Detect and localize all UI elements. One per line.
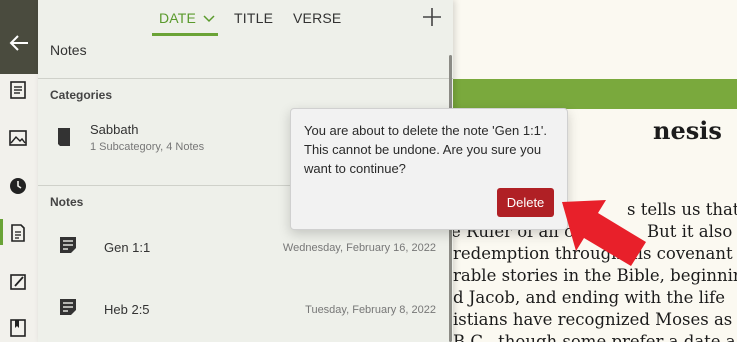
back-arrow-icon[interactable] [8,32,30,54]
delete-button[interactable]: Delete [497,188,554,217]
history-icon[interactable] [8,176,28,196]
note-title: Heb 2:5 [104,302,150,317]
edit-icon[interactable] [8,272,28,292]
book-cover-thumbnail [0,0,38,74]
reader-text-line: But it also [647,222,733,241]
reader-text-line: B.C., though some prefer a date a [453,332,736,342]
note-title: Gen 1:1 [104,240,151,255]
tab-title[interactable]: TITLE [234,10,273,26]
delete-confirmation-flyout: You are about to delete the note 'Gen 1:… [290,108,568,230]
bookmark-icon[interactable] [8,318,28,338]
tab-date[interactable]: DATE [159,10,215,26]
left-rail [0,0,39,342]
notes-icon[interactable] [8,223,28,243]
category-detail: 1 Subcategory, 4 Notes [90,141,205,153]
category-book-icon [58,128,70,146]
chevron-down-icon [203,15,215,23]
reading-plan-icon[interactable] [8,80,28,100]
note-date: Tuesday, February 8, 2022 [305,304,436,316]
reader-text-line: d Jacob, and ending with the life [453,288,726,307]
categories-header: Categories [50,88,113,102]
reader-text-line: istians have recognized Moses as [453,310,733,329]
tab-verse[interactable]: VERSE [293,10,341,26]
image-icon[interactable] [8,128,28,148]
divider [38,78,453,79]
note-icon [60,237,76,253]
sort-tabs: DATE TITLE VERSE [38,0,453,38]
tab-date-label: DATE [159,10,197,26]
panel-title: Notes [50,42,87,58]
reader-header-bar [453,79,737,109]
active-tab-underline [152,33,218,36]
active-rail-indicator [0,219,3,245]
confirmation-message: You are about to delete the note 'Gen 1:… [304,123,548,176]
notes-header: Notes [50,195,84,209]
category-name: Sabbath [90,122,139,137]
note-date: Wednesday, February 16, 2022 [282,242,436,254]
add-note-plus-icon[interactable] [421,6,443,28]
note-icon [60,299,76,315]
book-heading: nesis [653,116,722,145]
red-arrow-annotation-icon [562,200,646,266]
